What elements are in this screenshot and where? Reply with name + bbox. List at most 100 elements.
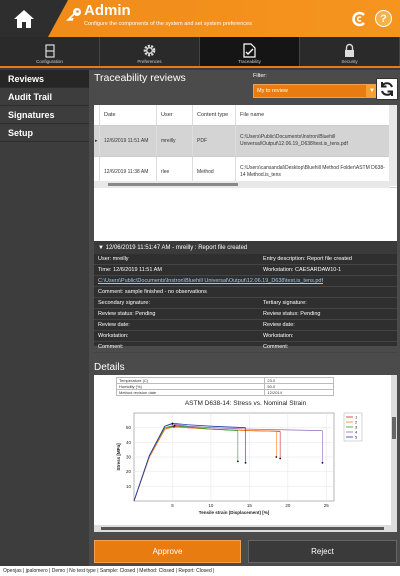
traceability-icon	[243, 43, 256, 58]
entry-header[interactable]: ▼ 12/06/2019 11:51:47 AM - mreilly : Rep…	[94, 241, 397, 254]
property-row: Method revision date 12/2014	[115, 389, 334, 396]
x-tick-label: 25	[324, 503, 330, 508]
reject-button[interactable]: Reject	[248, 540, 397, 563]
tab-bar: Configuration Preferences Traceability S…	[0, 37, 400, 68]
y-tick-label: 50	[126, 425, 132, 430]
x-tick-label: 10	[208, 503, 214, 508]
filter-select[interactable]: My to review ▼	[253, 84, 379, 98]
peak-point-2	[173, 426, 175, 428]
tab-label: Preferences	[137, 59, 162, 64]
scrollbar-thumb[interactable]	[392, 417, 396, 439]
refresh-icon	[381, 82, 393, 96]
y-tick-label: 20	[126, 469, 132, 474]
lock-icon	[345, 43, 354, 57]
create-pdf-panel: ▼ 12/06/2019 11:51:47 AM - mreilly : Rep…	[94, 241, 397, 353]
break-point-2	[275, 456, 278, 458]
configuration-icon	[44, 44, 55, 58]
scrollbar-thumb[interactable]	[101, 527, 384, 530]
chart-title: ASTM D638-14: Stress vs. Nominal Strain	[184, 400, 307, 407]
table-horizontal-scrollbar[interactable]	[94, 181, 390, 188]
section-title: Traceability reviews	[94, 72, 186, 84]
column-header-date[interactable]: Date	[100, 105, 157, 125]
key-icon	[66, 8, 81, 21]
tab-security[interactable]: Security	[300, 37, 400, 66]
cell-date: 12/6/2019 11:51 AM	[100, 126, 157, 156]
column-header-user[interactable]: User	[157, 105, 193, 125]
entry-time: Time: 12/6/2019 11:51 AM	[98, 267, 162, 273]
review-date-secondary: Review date:	[98, 322, 130, 328]
x-tick-label: 20	[285, 503, 291, 508]
properties-table: Temperature (C) 23.0 Humidity (%) 50.0 Met…	[115, 377, 334, 396]
tab-traceability[interactable]: Traceability	[200, 37, 300, 66]
tab-label: Traceability	[238, 59, 261, 64]
review-status-tertiary: Review status: Pending	[263, 311, 321, 317]
tab-preferences[interactable]: Preferences	[100, 37, 200, 66]
peak-point-5	[171, 422, 174, 425]
tab-configuration[interactable]: Configuration	[0, 37, 100, 66]
workstation-secondary: Workstation:	[98, 333, 129, 339]
page-title: Admin	[84, 2, 131, 19]
tab-label: Security	[341, 59, 358, 64]
break-point-1	[279, 457, 282, 460]
y-axis-label: Stress [MPa]	[116, 443, 121, 471]
x-tick-label: 5	[171, 503, 174, 508]
sidebar-item-signatures[interactable]: Signatures	[0, 106, 89, 124]
help-button[interactable]: ?	[375, 10, 392, 27]
cell-type: PDF	[193, 126, 236, 156]
entry-description: Entry description: Report file created	[263, 256, 352, 262]
details-panel: Temperature (C) 23.0 Humidity (%) 50.0 Met…	[94, 375, 397, 532]
details-horizontal-scrollbar[interactable]	[94, 525, 397, 532]
x-tick-label: 15	[247, 503, 253, 508]
tertiary-signature: Tertiary signature:	[263, 300, 307, 306]
tab-label: Configuration	[36, 59, 63, 64]
entry-user: User: mreilly	[98, 256, 129, 262]
y-tick-label: 10	[126, 484, 132, 489]
c-logo-icon[interactable]	[351, 11, 367, 27]
home-icon	[14, 9, 34, 28]
table-vertical-scrollbar[interactable]	[389, 105, 397, 186]
page-subtitle: Configure the components of the system a…	[84, 21, 252, 27]
entries-count: Number of entries: 2	[333, 200, 397, 207]
status-bar: Openjas | jpalomero | Demo | No test typ…	[0, 566, 400, 576]
sidebar-item-setup[interactable]: Setup	[0, 124, 89, 142]
sidebar-item-audit-trail[interactable]: Audit Trail	[0, 88, 89, 106]
workstation-tertiary: Workstation:	[263, 333, 294, 339]
comment-secondary: Comment:	[98, 344, 124, 350]
details-vertical-scrollbar[interactable]	[391, 375, 397, 525]
break-point-5	[244, 461, 247, 464]
column-header-content-type[interactable]: Content type	[193, 105, 236, 125]
file-link[interactable]: C:\Users\Public\Documents\Instron\Bluehi…	[98, 278, 323, 284]
cell-user: mreilly	[157, 126, 193, 156]
sidebar: Reviews Audit Trail Signatures Setup	[0, 70, 89, 576]
refresh-button[interactable]	[376, 78, 398, 100]
main-panel: Traceability reviews Filter: My to revie…	[89, 70, 400, 566]
filter-value: My to review	[257, 88, 288, 94]
column-header-file-name[interactable]: File name	[236, 105, 390, 125]
y-tick-label: 40	[126, 440, 132, 445]
scrollbar-thumb[interactable]	[108, 183, 238, 186]
review-status-secondary: Review status: Pending	[98, 311, 156, 317]
table-row[interactable]: ▸ 12/6/2019 11:51 AM mreilly PDF C:\User…	[94, 126, 397, 157]
entry-comment: Comment: sample finished - no observatio…	[98, 289, 207, 295]
comment-tertiary: Comment:	[263, 344, 289, 350]
cell-file: C:\Users\Public\Documents\Instron\Bluehi…	[236, 126, 390, 156]
gear-icon	[143, 44, 156, 57]
x-axis-label: Tensile strain (Displacement) [%]	[199, 510, 270, 515]
review-date-tertiary: Review date:	[263, 322, 295, 328]
filter-label: Filter:	[253, 73, 267, 79]
break-point-4	[321, 461, 324, 464]
home-button[interactable]	[0, 0, 48, 37]
stress-strain-chart: 5 10 15 20 25 10 20 30 40 50 Tensile strain (Displ…	[116, 412, 363, 515]
secondary-signature: Secondary signature:	[98, 300, 150, 306]
peak-point-3	[173, 424, 176, 427]
entry-workstation: Workstation: CAESARDAW10-1	[263, 267, 342, 273]
y-tick-label: 30	[126, 455, 132, 460]
create-pdf-title: Create PDF	[94, 226, 147, 237]
details-title: Details	[94, 362, 125, 373]
break-point-3	[236, 460, 239, 463]
approve-button[interactable]: Approve	[94, 540, 241, 563]
property-label: Method revision date	[115, 389, 266, 396]
property-value: 12/2014	[264, 389, 334, 396]
table-header: Date User Content type File name	[94, 105, 397, 126]
sidebar-item-reviews[interactable]: Reviews	[0, 70, 89, 88]
